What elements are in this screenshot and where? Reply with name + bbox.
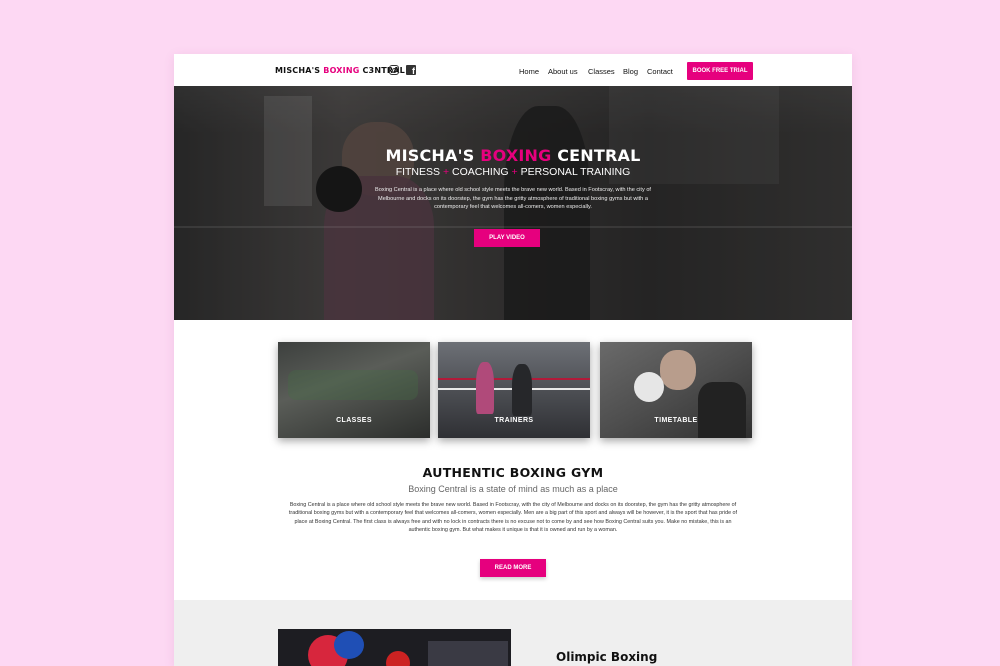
logo-text-2: BOXING bbox=[323, 66, 360, 75]
play-video-button[interactable]: PLAY VIDEO bbox=[474, 229, 540, 247]
nav-home[interactable]: Home bbox=[519, 67, 539, 76]
tile-photo bbox=[288, 370, 418, 400]
hero-sub-c: PERSONAL TRAINING bbox=[520, 166, 631, 178]
hero-title-1: MISCHA'S bbox=[385, 146, 481, 165]
arena-background bbox=[428, 641, 508, 666]
olimpic-title: Olimpic Boxing bbox=[556, 650, 658, 664]
nav-classes[interactable]: Classes bbox=[588, 67, 615, 76]
plus-separator: + bbox=[511, 166, 518, 178]
about-body: Boxing Central is a place where old scho… bbox=[288, 502, 738, 534]
olimpic-image bbox=[278, 629, 511, 666]
about-subtitle: Boxing Central is a state of mind as muc… bbox=[408, 484, 618, 494]
nav-contact[interactable]: Contact bbox=[647, 67, 673, 76]
hero-title: MISCHA'S BOXING CENTRAL bbox=[174, 146, 852, 165]
tile-label: TIMETABLE bbox=[654, 417, 698, 424]
tile-photo-face bbox=[660, 350, 696, 390]
site-header: MISCHA'S BOXING C3NTRAL f Home About us … bbox=[174, 54, 852, 86]
tile-trainers[interactable]: TRAINERS bbox=[438, 342, 590, 438]
nav-about-us[interactable]: About us bbox=[548, 67, 578, 76]
hero-title-2: BOXING bbox=[480, 146, 552, 165]
logo-text-1: MISCHA'S bbox=[275, 66, 324, 75]
hero-sub-b: COACHING bbox=[452, 166, 509, 178]
hero-sub-a: FITNESS bbox=[395, 166, 441, 178]
tile-label: CLASSES bbox=[336, 417, 372, 424]
boxer-headgear-red bbox=[386, 651, 410, 666]
hero-title-3: CENTRAL bbox=[551, 146, 641, 165]
tile-photo-glove bbox=[634, 372, 664, 402]
tile-timetable[interactable]: TIMETABLE bbox=[600, 342, 752, 438]
read-more-button[interactable]: READ MORE bbox=[480, 559, 546, 577]
boxer-headgear-blue bbox=[334, 631, 364, 659]
facebook-icon[interactable]: f bbox=[406, 65, 416, 76]
plus-separator: + bbox=[442, 166, 450, 178]
instagram-icon[interactable] bbox=[389, 65, 399, 75]
tile-label: TRAINERS bbox=[494, 417, 534, 424]
tile-photo-trainer bbox=[512, 364, 532, 416]
book-free-trial-button[interactable]: BOOK FREE TRIAL bbox=[687, 62, 753, 80]
website-frame: MISCHA'S BOXING C3NTRAL f Home About us … bbox=[174, 54, 852, 666]
hero-description: Boxing Central is a place where old scho… bbox=[375, 187, 651, 211]
olimpic-section: Olimpic Boxing bbox=[174, 600, 852, 666]
hero-subtitle: FITNESS + COACHING + PERSONAL TRAINING bbox=[174, 166, 852, 178]
nav-blog[interactable]: Blog bbox=[623, 67, 638, 76]
tile-classes[interactable]: CLASSES bbox=[278, 342, 430, 438]
about-title: AUTHENTIC BOXING GYM bbox=[422, 465, 604, 480]
hero-banner: MISCHA'S BOXING CENTRAL FITNESS + COACHI… bbox=[174, 86, 852, 320]
site-logo[interactable]: MISCHA'S BOXING C3NTRAL bbox=[275, 66, 405, 75]
tile-photo-shoulder bbox=[698, 382, 746, 438]
tile-photo-boxer bbox=[476, 362, 494, 414]
